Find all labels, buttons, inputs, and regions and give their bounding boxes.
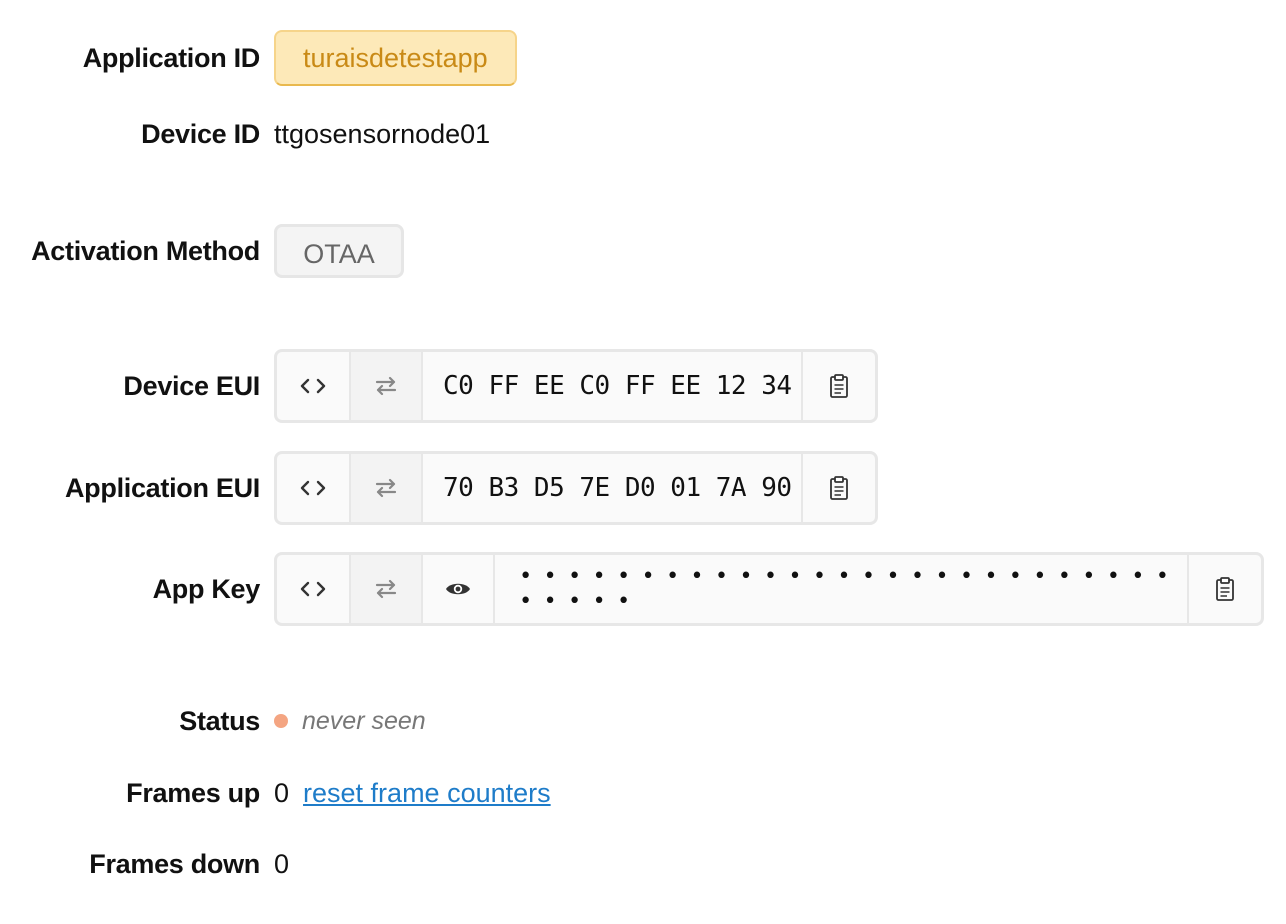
swap-arrows-icon [375, 579, 397, 599]
application-id-label: Application ID [82, 42, 261, 73]
app-key-label: App Key [152, 573, 261, 604]
device-eui-swap-button[interactable] [351, 352, 423, 420]
frames-up-label: Frames up [126, 777, 260, 808]
clipboard-icon [830, 374, 848, 398]
frames-up-row: Frames up 0 reset frame counters [0, 772, 551, 814]
status-dot-icon [274, 714, 288, 728]
frames-up-value: 0 [274, 777, 290, 808]
app-key-copy-button[interactable] [1189, 555, 1261, 623]
eye-icon [446, 583, 470, 595]
app-key-field: • • • • • • • • • • • • • • • • • • • • … [274, 552, 1264, 626]
device-eui-copy-button[interactable] [803, 352, 875, 420]
application-eui-label: Application EUI [64, 472, 260, 503]
device-eui-format-button[interactable] [277, 352, 351, 420]
reset-frame-counters-link[interactable]: reset frame counters [303, 778, 551, 809]
code-brackets-icon [300, 480, 326, 496]
device-eui-label: Device EUI [123, 370, 260, 401]
device-eui-value[interactable]: C0 FF EE C0 FF EE 12 34 [423, 352, 803, 420]
application-eui-row: Application EUI 70 B3 D5 7E D0 01 7A 90 [0, 449, 878, 527]
app-key-format-button[interactable] [277, 555, 351, 623]
device-id-label: Device ID [141, 118, 260, 149]
device-eui-field: C0 FF EE C0 FF EE 12 34 [274, 349, 878, 423]
status-value: never seen [302, 706, 426, 735]
application-eui-field: 70 B3 D5 7E D0 01 7A 90 [274, 451, 878, 525]
application-id-row: Application ID turaisdetestapp [0, 30, 517, 86]
status-label: Status [179, 705, 260, 736]
clipboard-icon [830, 476, 848, 500]
app-key-value[interactable]: • • • • • • • • • • • • • • • • • • • • … [495, 555, 1189, 623]
clipboard-icon [1216, 577, 1234, 601]
activation-method-label: Activation Method [31, 235, 260, 266]
frames-down-label: Frames down [89, 848, 260, 879]
app-key-row: App Key • • • • • • • • • • • • • • • • … [0, 550, 1264, 628]
application-eui-format-button[interactable] [277, 454, 351, 522]
status-row: Status never seen [0, 700, 426, 742]
application-eui-swap-button[interactable] [351, 454, 423, 522]
app-key-reveal-button[interactable] [423, 555, 495, 623]
application-eui-value[interactable]: 70 B3 D5 7E D0 01 7A 90 [423, 454, 803, 522]
frames-down-value: 0 [274, 848, 290, 879]
frames-down-row: Frames down 0 [0, 843, 289, 885]
code-brackets-icon [300, 581, 326, 597]
activation-method-badge: OTAA [274, 224, 404, 278]
device-eui-row: Device EUI C0 FF EE C0 FF EE 12 34 [0, 347, 878, 425]
activation-method-row: Activation Method OTAA [0, 221, 404, 281]
device-id-row: Device ID ttgosensornode01 [0, 112, 490, 156]
app-key-swap-button[interactable] [351, 555, 423, 623]
swap-arrows-icon [375, 376, 397, 396]
device-id-value: ttgosensornode01 [274, 118, 491, 149]
swap-arrows-icon [375, 478, 397, 498]
application-id-badge[interactable]: turaisdetestapp [274, 30, 517, 86]
code-brackets-icon [300, 378, 326, 394]
application-eui-copy-button[interactable] [803, 454, 875, 522]
